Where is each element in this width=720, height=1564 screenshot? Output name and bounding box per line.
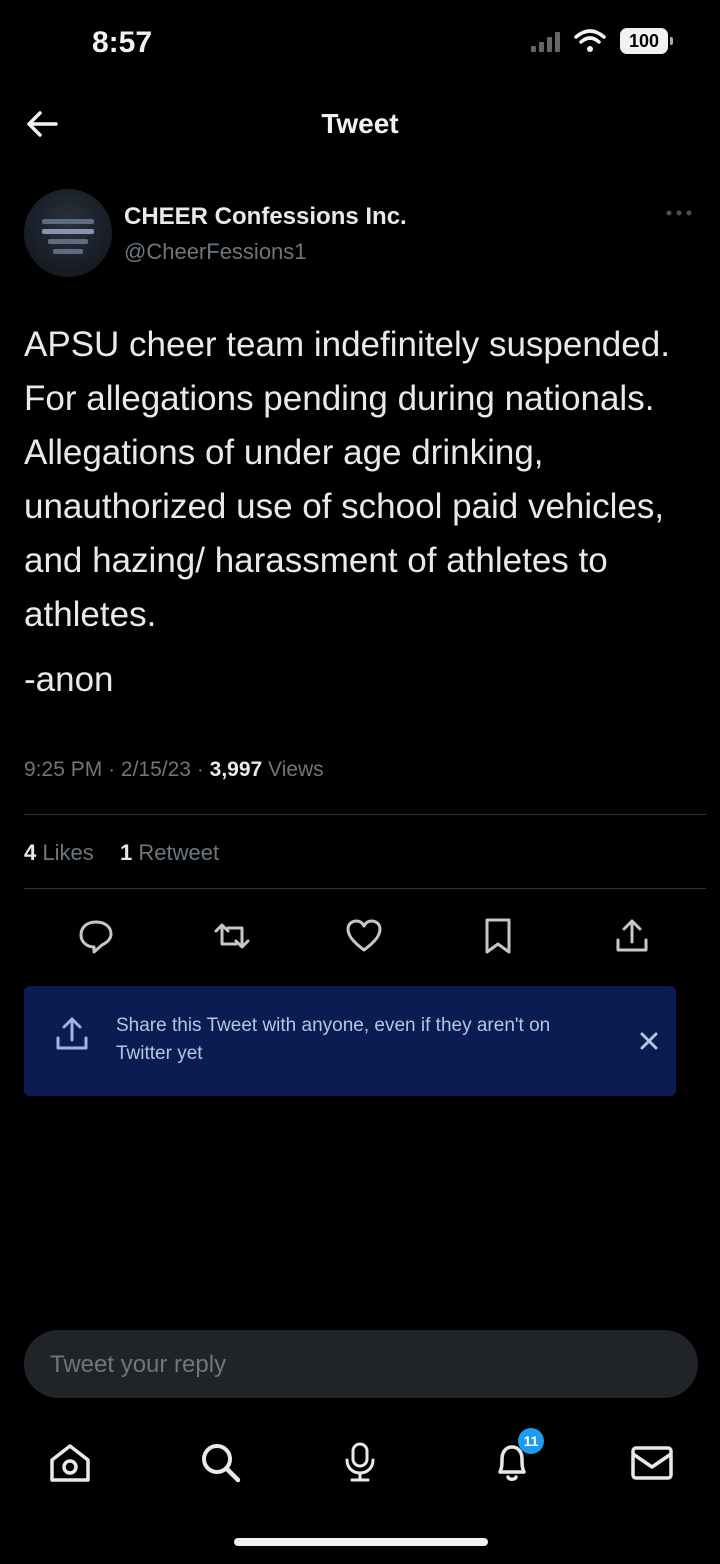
bookmark-icon[interactable] <box>478 916 518 956</box>
views-count: 3,997 <box>209 758 263 781</box>
tweet-meta: 9:25 PM · 2/15/23 · 3,997 Views <box>24 758 324 781</box>
signal-icon <box>531 30 560 52</box>
reply-icon[interactable] <box>76 916 116 956</box>
home-indicator <box>234 1538 488 1546</box>
page-title: Tweet <box>321 108 399 139</box>
share-banner-text: Share this Tweet with anyone, even if th… <box>116 1015 551 1064</box>
like-icon[interactable] <box>344 916 384 956</box>
tweet-author: CHEER Confessions Inc. @CheerFessions1 <box>0 185 720 277</box>
views-label: Views <box>268 758 324 781</box>
more-icon[interactable] <box>664 207 694 219</box>
tweet-signoff: -anon <box>24 660 114 699</box>
tweet-time: 9:25 PM <box>24 758 103 781</box>
avatar[interactable] <box>24 189 112 277</box>
search-icon[interactable] <box>196 1438 244 1486</box>
retweets-count[interactable]: 1 <box>120 840 132 865</box>
share-icon[interactable] <box>612 916 652 956</box>
reply-box[interactable] <box>24 1330 698 1398</box>
divider <box>24 888 706 889</box>
status-icons: 100 <box>531 26 673 56</box>
messages-icon[interactable] <box>628 1438 676 1486</box>
battery-icon: 100 <box>620 28 673 54</box>
share-banner[interactable]: Share this Tweet with anyone, even if th… <box>24 986 676 1096</box>
likes-label[interactable]: Likes <box>42 840 93 865</box>
tab-notifications[interactable]: 11 <box>488 1428 544 1486</box>
wifi-icon <box>574 29 606 52</box>
tab-bar: 11 <box>0 1420 720 1510</box>
status-time: 8:57 <box>92 26 153 59</box>
retweets-label[interactable]: Retweet <box>138 840 219 865</box>
nav-header: Tweet <box>0 90 720 162</box>
reply-input[interactable] <box>48 1346 672 1384</box>
status-bar: 8:57 100 <box>0 0 720 90</box>
tweet-date: 2/15/23 <box>120 758 191 781</box>
author-handle[interactable]: @CheerFessions1 <box>124 239 307 265</box>
notification-badge: 11 <box>518 1428 544 1454</box>
close-icon[interactable] <box>636 1028 662 1054</box>
home-icon[interactable] <box>46 1438 94 1486</box>
tweet-stats: 4 Likes 1 Retweet <box>24 840 219 866</box>
likes-count[interactable]: 4 <box>24 840 36 865</box>
action-bar <box>0 906 720 966</box>
tweet-text: APSU cheer team indefinitely suspended. … <box>24 325 670 634</box>
share-icon <box>56 1017 88 1050</box>
divider <box>24 814 706 815</box>
retweet-icon[interactable] <box>212 916 252 956</box>
spaces-icon[interactable] <box>336 1438 384 1486</box>
author-name[interactable]: CHEER Confessions Inc. <box>124 203 407 231</box>
